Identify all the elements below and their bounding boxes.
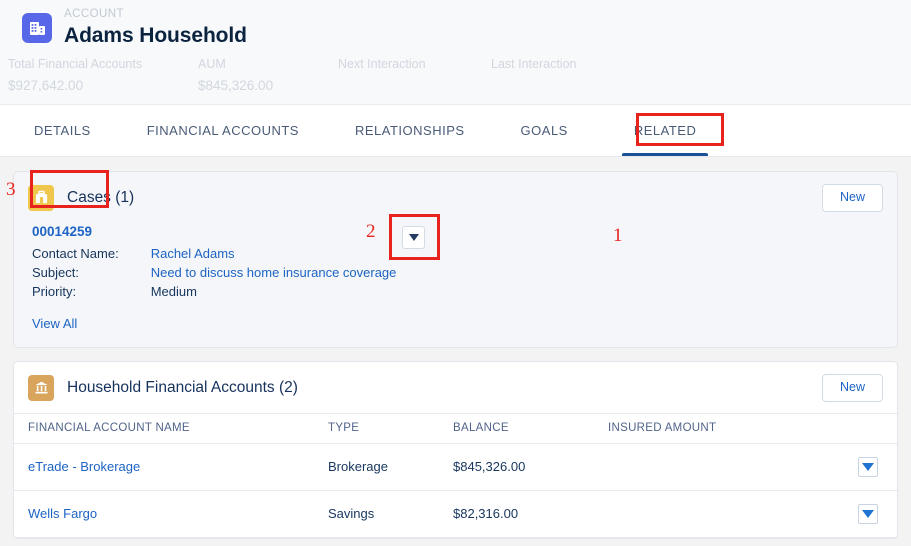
highlight-aum: AUM $845,326.00 — [198, 57, 338, 94]
financial-accounts-new-button[interactable]: New — [821, 373, 883, 402]
cases-card-title: Cases (1) — [67, 188, 135, 206]
highlight-label: Next Interaction — [338, 56, 426, 71]
household-financial-accounts-card: Household Financial Accounts (2) New FIN… — [13, 360, 898, 539]
related-lists-container: Cases (1) New 3 00014259 Contact Name: R… — [0, 157, 911, 539]
cell-insured-amount — [608, 443, 839, 491]
tab-relationships[interactable]: RELATIONSHIPS — [341, 105, 479, 156]
case-field-row: Contact Name: Rachel Adams — [32, 244, 396, 263]
case-field-value-contact-name[interactable]: Rachel Adams — [151, 244, 397, 263]
table-row: Wells Fargo Savings $82,316.00 — [14, 490, 897, 538]
highlight-value — [491, 78, 576, 94]
table-header-row: FINANCIAL ACCOUNT NAME TYPE BALANCE INSU… — [14, 412, 897, 444]
cell-account-name: Wells Fargo — [14, 490, 328, 538]
cell-balance: $82,316.00 — [453, 490, 608, 538]
highlight-last-interaction: Last Interaction — [491, 57, 576, 94]
cases-card-actions: New — [821, 183, 883, 212]
record-header: ACCOUNT Adams Household Total Financial … — [0, 0, 911, 105]
case-field-value-priority: Medium — [150, 283, 197, 299]
column-header-balance[interactable]: BALANCE — [453, 412, 608, 444]
column-header-insured-amount[interactable]: INSURED AMOUNT — [608, 412, 839, 444]
annotation-marker-2: 2 — [366, 220, 376, 242]
financial-accounts-card-header: Household Financial Accounts (2) New — [14, 362, 897, 413]
account-building-icon — [22, 13, 52, 43]
table-row: eTrade - Brokerage Brokerage $845,326.00 — [14, 443, 897, 491]
cell-account-name: eTrade - Brokerage — [14, 443, 328, 491]
highlight-label: AUM — [198, 56, 226, 71]
table-header: FINANCIAL ACCOUNT NAME TYPE BALANCE INSU… — [14, 412, 897, 444]
cell-insured-amount — [608, 490, 839, 538]
column-header-type[interactable]: TYPE — [328, 412, 453, 444]
record-header-titles: ACCOUNT Adams Household — [64, 8, 247, 47]
cases-card-header: Cases (1) New 3 — [6, 169, 897, 223]
case-field-label-priority: Priority: — [32, 283, 77, 299]
highlight-value: $845,326.00 — [198, 77, 274, 93]
case-field-label-subject: Subject: — [32, 264, 79, 280]
record-tab-bar: DETAILS FINANCIAL ACCOUNTS RELATIONSHIPS… — [0, 104, 911, 246]
object-type-label: ACCOUNT — [64, 8, 125, 20]
cell-balance: $845,326.00 — [453, 443, 608, 491]
cell-row-actions — [839, 490, 897, 538]
tab-list: DETAILS FINANCIAL ACCOUNTS RELATIONSHIPS… — [0, 105, 911, 156]
briefcase-icon — [28, 184, 54, 211]
highlight-value: $927,642.00 — [8, 77, 84, 93]
financial-accounts-table: FINANCIAL ACCOUNT NAME TYPE BALANCE INSU… — [14, 412, 897, 538]
record-header-top: ACCOUNT Adams Household — [0, 8, 911, 47]
cases-record-preview: 00014259 Contact Name: Rachel Adams Subj… — [14, 213, 897, 347]
row-dropdown-button[interactable] — [858, 503, 878, 524]
financial-accounts-card-actions: New — [821, 373, 883, 402]
case-field-value-subject[interactable]: Need to discuss home insurance coverage — [151, 263, 397, 282]
table-body: eTrade - Brokerage Brokerage $845,326.00… — [14, 443, 897, 538]
cases-new-button[interactable]: New — [821, 183, 883, 212]
cell-row-actions — [839, 443, 897, 491]
chevron-down-icon — [408, 233, 419, 241]
highlight-label: Total Financial Accounts — [8, 56, 143, 71]
column-header-financial-account-name[interactable]: FINANCIAL ACCOUNT NAME — [14, 412, 328, 444]
highlight-total-financial-accounts: Total Financial Accounts $927,642.00 — [8, 57, 198, 94]
tab-financial-accounts[interactable]: FINANCIAL ACCOUNTS — [133, 105, 313, 156]
case-number-link[interactable]: 00014259 — [32, 224, 92, 239]
tab-details[interactable]: DETAILS — [20, 105, 105, 156]
cases-view-all-link[interactable]: View All — [32, 316, 77, 331]
caret-down-icon — [862, 509, 874, 518]
case-field-row: Priority: Medium — [32, 282, 396, 301]
row-dropdown-button[interactable] — [858, 456, 878, 477]
column-header-actions — [839, 412, 897, 444]
financial-account-name-link[interactable]: eTrade - Brokerage — [28, 459, 140, 474]
page-title: Adams Household — [64, 23, 247, 47]
case-field-label-contact-name: Contact Name: — [32, 245, 119, 261]
highlight-label: Last Interaction — [491, 56, 577, 71]
annotation-marker-3: 3 — [6, 178, 16, 200]
highlight-value — [338, 78, 491, 94]
financial-account-name-link[interactable]: Wells Fargo — [28, 506, 97, 521]
tab-related[interactable]: RELATED — [620, 105, 711, 156]
tab-goals[interactable]: GOALS — [507, 105, 582, 156]
case-row-dropdown-button[interactable] — [402, 225, 425, 249]
financial-accounts-card-title: Household Financial Accounts (2) — [67, 378, 298, 396]
bank-icon — [28, 374, 54, 401]
case-field-row: Subject: Need to discuss home insurance … — [32, 263, 396, 282]
highlight-next-interaction: Next Interaction — [338, 57, 491, 94]
cases-related-list-card: Cases (1) New 3 00014259 Contact Name: R… — [6, 169, 898, 348]
highlights-fields: Total Financial Accounts $927,642.00 AUM… — [0, 57, 911, 94]
cell-type: Savings — [328, 490, 453, 538]
caret-down-icon — [862, 462, 874, 471]
cell-type: Brokerage — [328, 443, 453, 491]
case-field-list: Contact Name: Rachel Adams Subject: Need… — [32, 244, 396, 301]
